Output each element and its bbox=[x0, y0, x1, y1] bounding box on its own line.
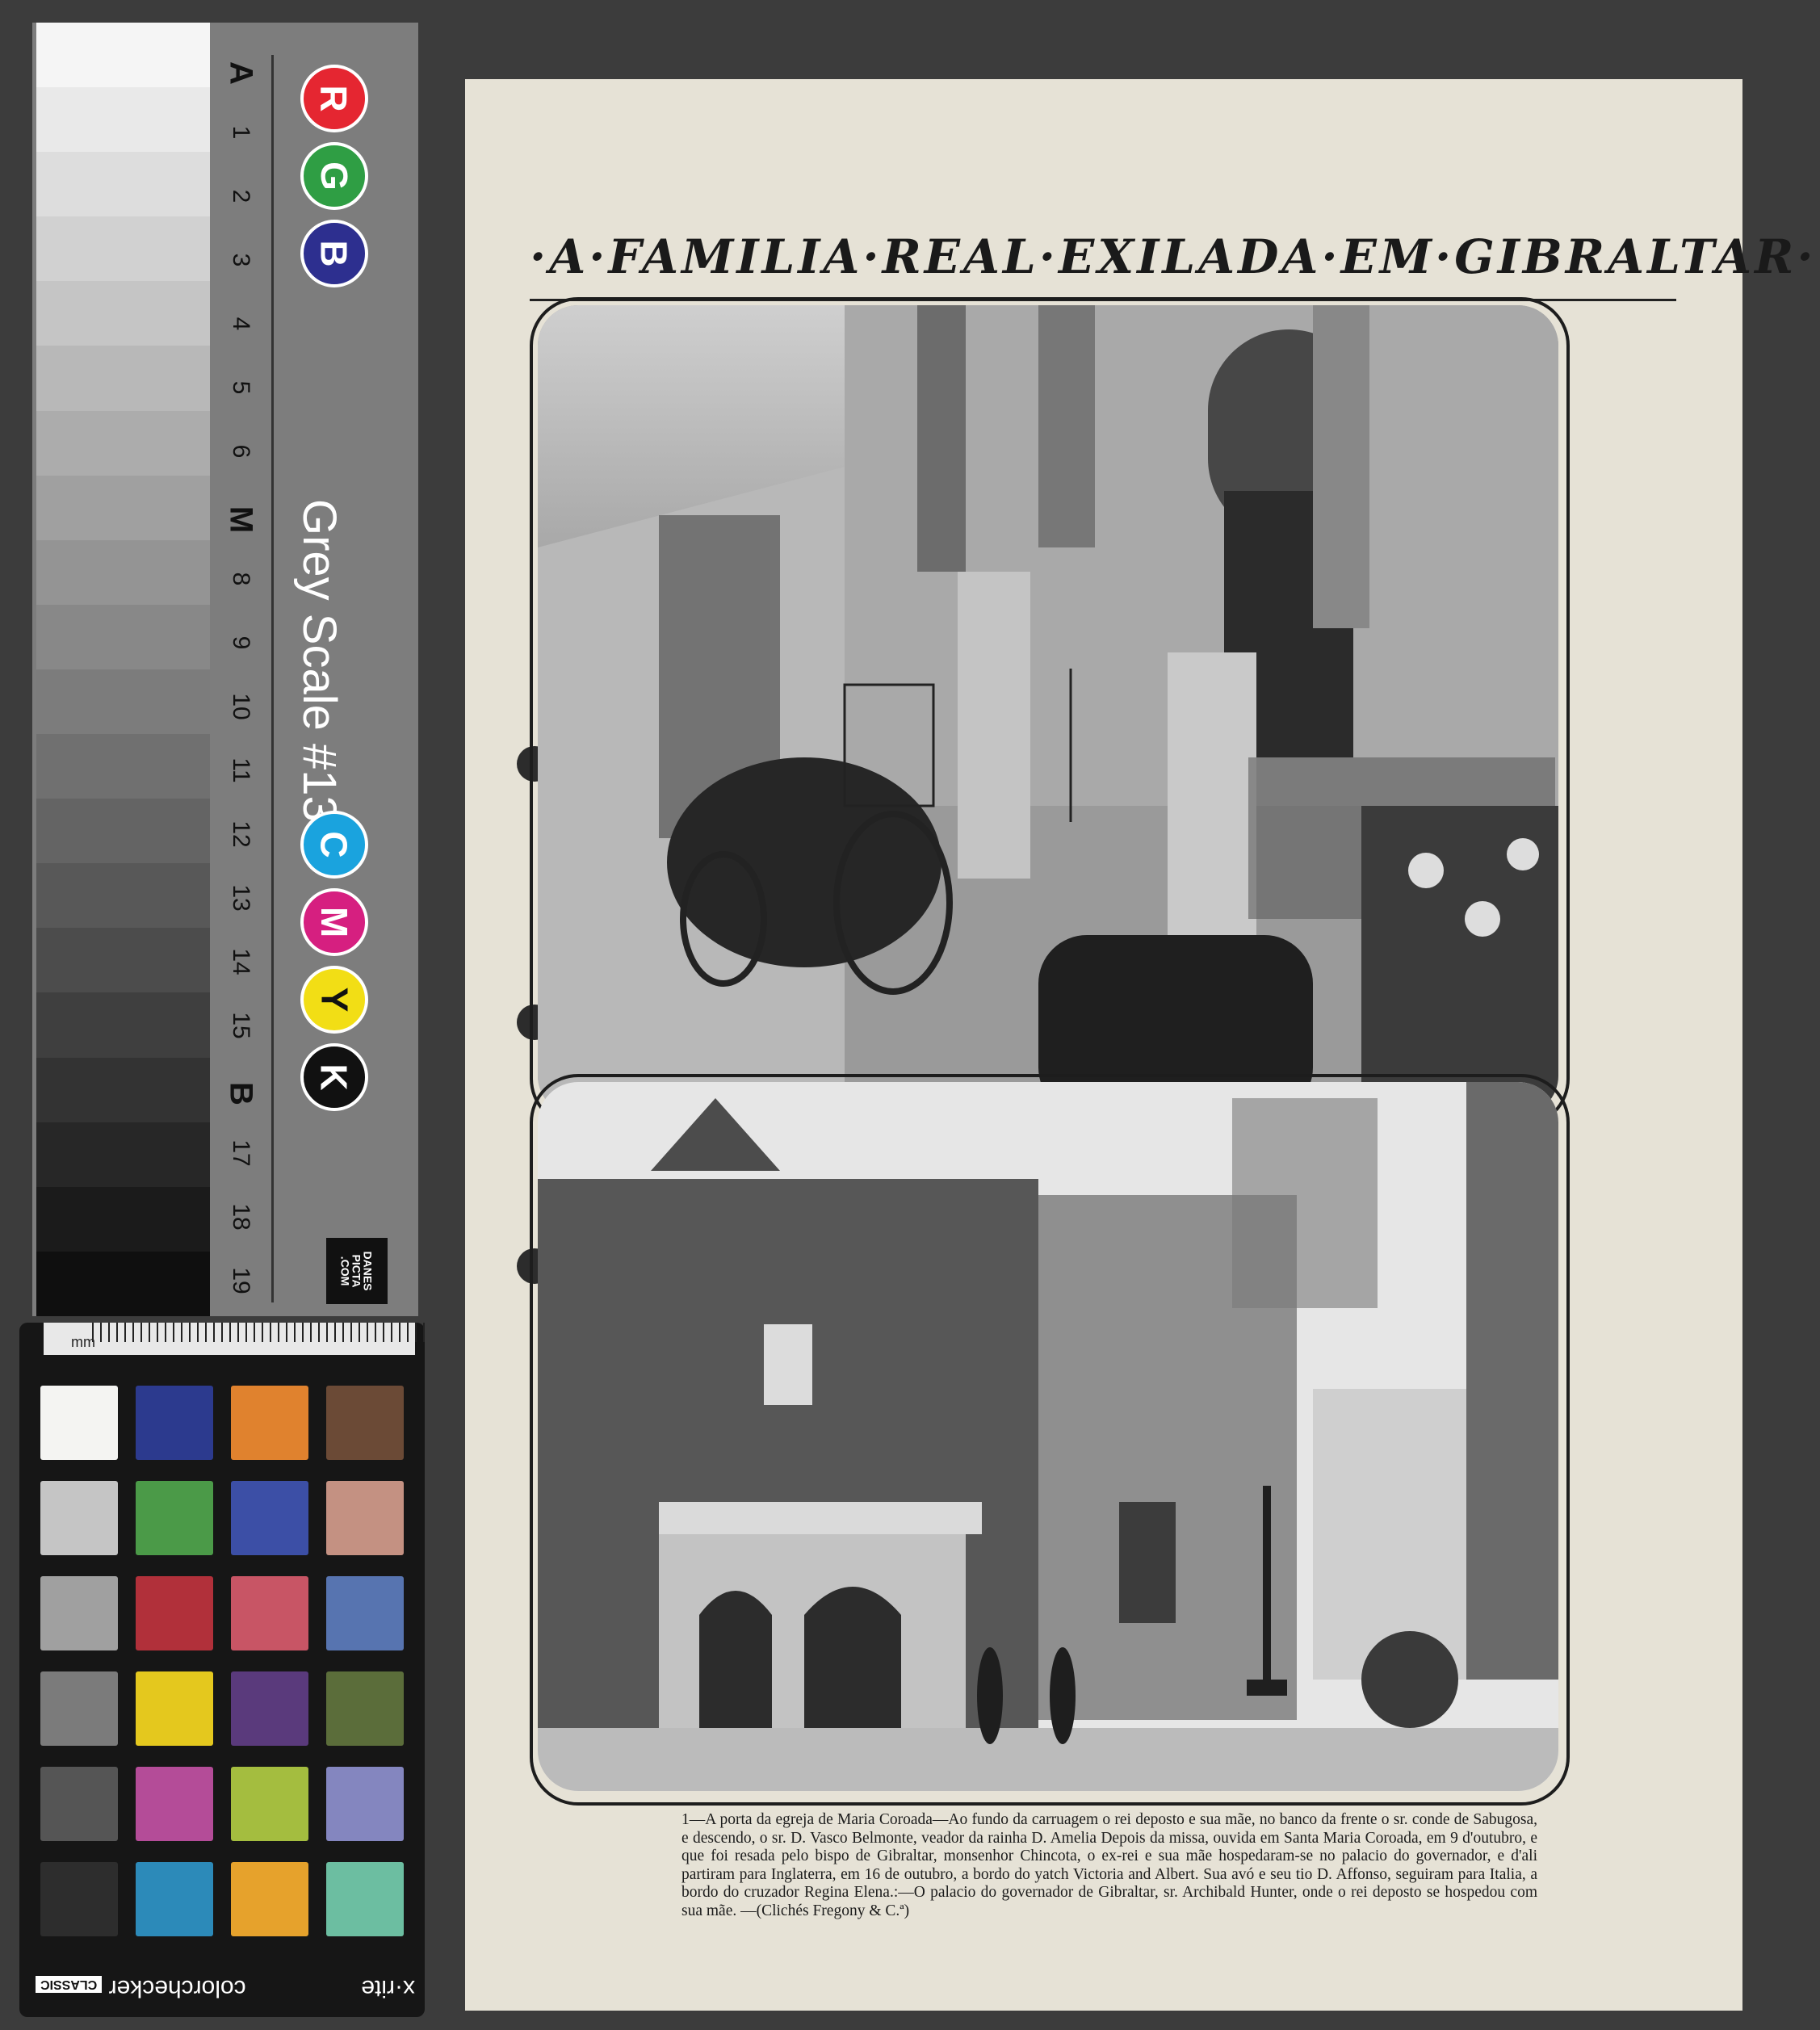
grey-scale-label: 4 bbox=[228, 317, 254, 331]
grey-scale-label: 3 bbox=[228, 253, 254, 267]
grey-step bbox=[36, 928, 210, 993]
color-patch bbox=[231, 1386, 308, 1460]
church-door-photo bbox=[538, 305, 1558, 1116]
color-patch bbox=[326, 1671, 404, 1746]
classic-badge: CLASSIC bbox=[36, 1976, 103, 1993]
grey-scale-label: B bbox=[223, 1082, 259, 1105]
mm-ruler: mm bbox=[44, 1323, 431, 1355]
grey-step bbox=[36, 734, 210, 799]
grey-scale-label: 9 bbox=[228, 635, 254, 650]
grey-scale-label: 10 bbox=[228, 693, 254, 720]
church-door-photo-art bbox=[538, 305, 1558, 1116]
color-patch bbox=[40, 1481, 118, 1555]
cmyk-dot-y: Y bbox=[300, 966, 368, 1034]
grey-step bbox=[36, 669, 210, 735]
grey-scale-label: 6 bbox=[228, 444, 254, 459]
grey-scale-card: A 1 2 3 4 5 6 M 8 9 10 11 12 13 14 15 B 17 18 19 R G B Grey… bbox=[32, 23, 418, 1316]
governor-palace-photo-art bbox=[538, 1082, 1558, 1791]
grey-scale-divider bbox=[271, 55, 274, 1302]
color-patch bbox=[136, 1481, 213, 1555]
grey-scale-label: 13 bbox=[228, 884, 254, 912]
color-patch bbox=[231, 1862, 308, 1936]
color-patch bbox=[136, 1576, 213, 1650]
grey-step bbox=[36, 346, 210, 411]
color-patch bbox=[326, 1576, 404, 1650]
grey-scale-label: 19 bbox=[228, 1267, 254, 1294]
colorchecker-card: mm x·rite colorchecker CLASSIC bbox=[19, 1323, 431, 2017]
grey-scale-title: Grey Scale #13 bbox=[293, 499, 346, 822]
grey-step bbox=[36, 1057, 210, 1122]
grey-step bbox=[36, 1186, 210, 1252]
cmyk-dot-k: K bbox=[300, 1043, 368, 1111]
color-patch bbox=[326, 1767, 404, 1841]
grey-step bbox=[36, 87, 210, 153]
color-patch bbox=[136, 1671, 213, 1746]
color-patch-grid bbox=[40, 1386, 415, 1954]
headline-text: ·A·FAMILIA·REAL·EXILADA·EM·GIBRALTAR· bbox=[530, 229, 1817, 284]
grey-scale-label: 17 bbox=[228, 1139, 254, 1167]
grey-step bbox=[36, 410, 210, 476]
color-patch bbox=[231, 1481, 308, 1555]
grey-step bbox=[36, 281, 210, 346]
color-patch bbox=[136, 1386, 213, 1460]
headline: ·A·FAMILIA·REAL·EXILADA·EM·GIBRALTAR· bbox=[530, 224, 1817, 301]
danes-picta-logo: DANES PICTA .COM bbox=[326, 1238, 388, 1304]
ruler-ticks bbox=[92, 1323, 431, 1342]
grey-scale-label: 12 bbox=[228, 820, 254, 848]
grey-scale-label: 2 bbox=[228, 189, 254, 203]
colorchecker-product: colorchecker bbox=[108, 1975, 246, 2002]
color-patch bbox=[326, 1862, 404, 1936]
grey-step bbox=[36, 216, 210, 282]
color-patch bbox=[231, 1671, 308, 1746]
color-patch bbox=[40, 1671, 118, 1746]
grey-scale-label: 11 bbox=[228, 757, 254, 783]
grey-scale-label: 8 bbox=[228, 572, 254, 586]
grey-step bbox=[36, 152, 210, 217]
color-patch bbox=[136, 1862, 213, 1936]
xrite-logo: x·rite bbox=[361, 1975, 415, 2002]
grey-step bbox=[36, 863, 210, 929]
cmyk-dot-m: M bbox=[300, 888, 368, 956]
grey-scale-label: 14 bbox=[228, 948, 254, 975]
rgb-dot-g: G bbox=[300, 142, 368, 210]
cmyk-dot-c: C bbox=[300, 811, 368, 879]
grey-step bbox=[36, 1251, 210, 1316]
grey-step bbox=[36, 1122, 210, 1187]
color-patch bbox=[40, 1767, 118, 1841]
grey-step bbox=[36, 992, 210, 1058]
ruler-unit: mm bbox=[71, 1334, 95, 1350]
grey-scale-label: 5 bbox=[228, 380, 254, 395]
grey-scale-labels: A 1 2 3 4 5 6 M 8 9 10 11 12 13 14 15 B 17 18 19 bbox=[212, 55, 270, 1315]
grey-scale-label: 15 bbox=[228, 1012, 254, 1039]
magazine-page: ·A·FAMILIA·REAL·EXILADA·EM·GIBRALTAR· 1—… bbox=[465, 79, 1817, 2011]
grey-step bbox=[36, 604, 210, 669]
color-patch bbox=[231, 1576, 308, 1650]
color-patch bbox=[231, 1767, 308, 1841]
governor-palace-photo bbox=[538, 1082, 1558, 1791]
color-patch bbox=[40, 1576, 118, 1650]
grey-step bbox=[36, 23, 210, 88]
color-patch bbox=[326, 1481, 404, 1555]
color-patch bbox=[136, 1767, 213, 1841]
rgb-dot-b: B bbox=[300, 220, 368, 287]
color-patch bbox=[40, 1386, 118, 1460]
grey-step bbox=[36, 539, 210, 605]
colorchecker-footer: x·rite colorchecker CLASSIC bbox=[36, 1972, 415, 2004]
grey-scale-label: 18 bbox=[228, 1203, 254, 1231]
grey-step bbox=[36, 799, 210, 864]
grey-scale-label: 1 bbox=[228, 125, 254, 140]
grey-scale-label: M bbox=[223, 505, 259, 534]
color-patch bbox=[40, 1862, 118, 1936]
color-patch bbox=[326, 1386, 404, 1460]
grey-scale-label: A bbox=[223, 61, 259, 85]
rgb-dot-r: R bbox=[300, 65, 368, 132]
photo-caption: 1—A porta da egreja de Maria Coroada—Ao … bbox=[681, 1811, 1537, 1919]
grey-scale-steps bbox=[36, 23, 210, 1316]
grey-step bbox=[36, 475, 210, 540]
